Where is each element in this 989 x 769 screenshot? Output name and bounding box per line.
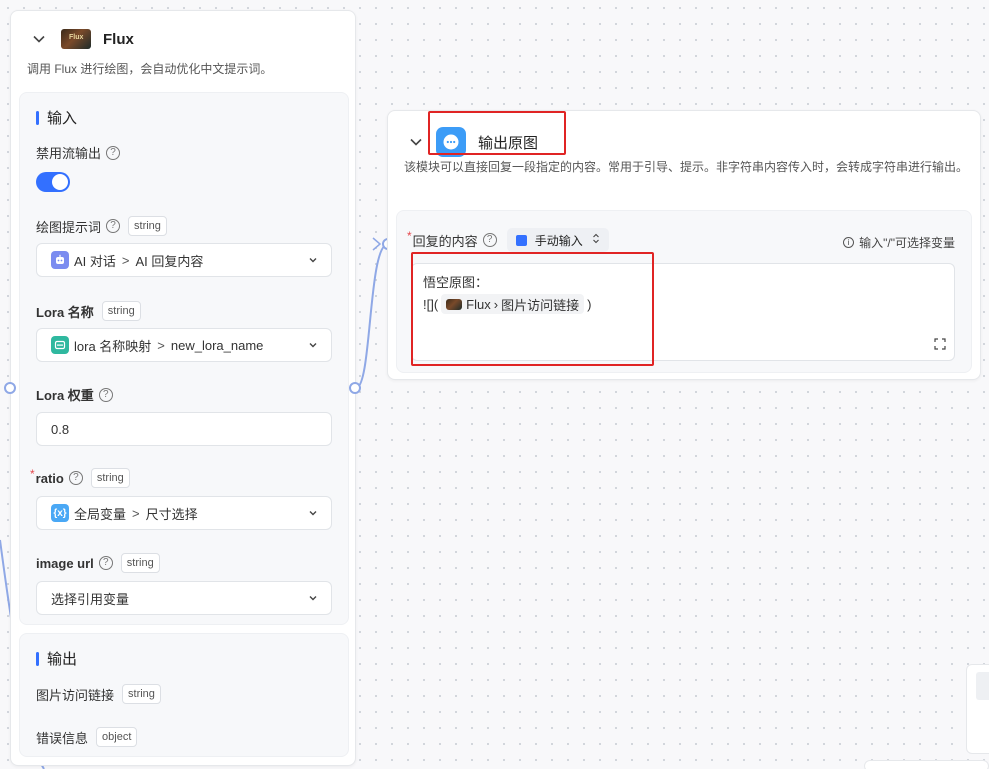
chevron-down-icon [307,592,319,604]
help-icon[interactable]: ? [106,145,121,160]
flux-thumbnail-icon: Flux [61,29,91,49]
help-icon[interactable]: ? [482,233,497,247]
output-node-description: 该模块可以直接回复一段指定的内容。常用于引导、提示。非字符串内容传入时，会转成字… [404,160,969,174]
input-mode-select[interactable]: 手动输入 [506,228,609,252]
prompt-label: 绘图提示词 ? string [36,216,167,236]
prompt-select[interactable]: AI 对话 > AI 回复内容 [36,243,332,277]
type-tag: string [120,553,160,573]
highlight-title-box [428,111,566,155]
partial-panel-inner [976,672,989,700]
info-icon: i [843,237,855,248]
ratio-label: * ratio ? string [30,467,130,488]
type-tag: string [90,468,130,488]
input-section-title: 输入 [36,107,77,128]
mapping-icon [51,336,69,354]
robot-icon [51,251,69,269]
output-section-title: 输出 [36,648,77,669]
flux-node-title: Flux [103,30,134,48]
partial-bottom-box [864,760,989,769]
collapse-chevron-icon[interactable] [31,31,47,47]
type-tag: string [128,216,167,236]
lora-name-select[interactable]: lora 名称映射 > new_lora_name [36,328,332,362]
image-url-label: image url ? string [36,553,160,573]
highlight-content-box [411,252,654,366]
output-item: 错误信息 object [36,727,138,747]
variable-icon: {x} [51,504,69,522]
help-icon[interactable]: ? [68,471,83,485]
variable-hint: i 输入"/"可选择变量 [843,234,955,251]
chevron-down-icon [307,254,319,266]
flux-node[interactable]: Flux Flux 调用 Flux 进行绘图，会自动优化中文提示词。 输入 禁用… [10,10,356,766]
help-icon[interactable]: ? [98,556,113,570]
help-icon[interactable]: ? [106,219,121,233]
flux-node-description: 调用 Flux 进行绘图，会自动优化中文提示词。 [27,62,273,76]
disable-stream-toggle[interactable] [36,172,70,192]
lora-weight-input[interactable]: 0.8 [36,412,332,446]
chevron-down-icon [307,339,319,351]
type-tag: string [122,684,161,704]
output-handle[interactable] [349,382,361,394]
reply-label: * 回复的内容 ? 手动输入 [407,228,609,252]
ratio-select[interactable]: {x} 全局变量 > 尺寸选择 [36,496,332,530]
edit-icon [515,234,527,246]
updown-icon [592,233,600,247]
output-section: 输出 图片访问链接 string 错误信息 object [19,633,349,757]
disable-stream-label: 禁用流输出 ? [36,143,121,162]
chevron-down-icon [307,507,319,519]
help-icon[interactable]: ? [98,387,113,402]
input-handle[interactable] [4,382,16,394]
expand-icon[interactable] [934,338,946,353]
type-tag: string [101,301,141,321]
lora-name-label: Lora 名称 string [36,301,141,321]
collapse-chevron-icon[interactable] [408,134,424,150]
lora-weight-label: Lora 权重 ? [36,385,113,404]
input-section: 输入 禁用流输出 ? 绘图提示词 ? string AI 对话 > AI 回复内… [19,92,349,625]
image-url-select[interactable]: 选择引用变量 [36,581,332,615]
output-item: 图片访问链接 string [36,684,161,704]
type-tag: object [96,727,138,747]
